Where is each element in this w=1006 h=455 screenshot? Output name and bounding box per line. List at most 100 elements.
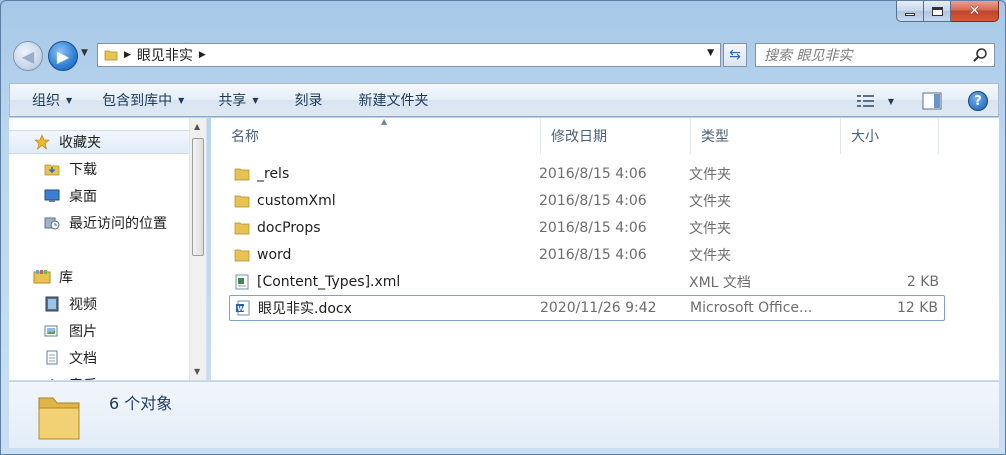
nav-item-recent-places[interactable]: 最近访问的位置 [9,211,189,235]
music-icon: ♪ [43,376,61,380]
close-icon: ✕ [968,3,981,19]
column-type-header[interactable]: 类型 [691,118,841,154]
word-doc-icon: W [234,299,252,317]
scroll-up-icon[interactable]: ▲ [194,122,200,131]
file-row[interactable]: _rels 2016/8/15 4:06 文件夹 [229,161,945,187]
file-date: 2016/8/15 4:06 [539,247,647,263]
file-name: word [257,247,292,263]
item-count-status: 6 个对象 [109,394,173,413]
column-name-label: 名称 [231,129,259,145]
nav-item-downloads[interactable]: 下载 [9,157,189,181]
share-menu[interactable]: 共享 ▼ [218,83,258,117]
chevron-down-icon: ▼ [66,95,73,105]
preview-pane-button[interactable] [922,84,942,118]
include-in-library-menu[interactable]: 包含到库中 ▼ [102,83,184,117]
help-icon: ? [968,91,988,111]
file-row[interactable]: word 2016/8/15 4:06 文件夹 [229,242,945,268]
organize-menu[interactable]: 组织 ▼ [32,83,72,117]
navigation-bar: ◀ ▶ ▼ ▶ 眼见非实 ▶ ▼ ⇆ 搜索 眼见非实 [1,39,1006,73]
refresh-icon: ⇆ [729,47,741,63]
share-label: 共享 [218,93,247,109]
file-name: [Content_Types].xml [257,274,401,290]
folder-icon [233,219,251,237]
nav-item-label: 视频 [69,297,97,313]
chevron-down-icon: ▼ [887,96,894,106]
close-button[interactable]: ✕ [951,1,999,22]
view-details-icon [856,95,874,107]
file-size: 12 KB [896,300,938,316]
maximize-button[interactable] [924,1,951,22]
column-type-label: 类型 [701,129,729,145]
file-row[interactable]: docProps 2016/8/15 4:06 文件夹 [229,215,945,241]
nav-favorites[interactable]: 收藏夹 [9,130,189,154]
file-date: 2020/11/26 9:42 [540,300,657,316]
column-date-header[interactable]: 修改日期 [541,118,691,154]
folder-icon [104,50,118,61]
file-name: 眼见非实.docx [258,301,352,317]
file-list-pane: ▲ 名称 修改日期 类型 大小 _rels 2016/8/15 4:06 文件夹 [211,117,999,380]
file-row[interactable]: customXml 2016/8/15 4:06 文件夹 [229,188,945,214]
nav-item-label: 音乐 [69,375,97,380]
navigation-scrollbar[interactable]: ▲ ▼ [189,118,206,380]
address-dropdown-icon[interactable]: ▼ [707,48,714,58]
back-button[interactable]: ◀ [13,41,43,71]
file-row[interactable]: [Content_Types].xml XML 文档 2 KB [229,269,945,295]
column-name-header[interactable]: ▲ 名称 [211,117,541,154]
breadcrumb-current[interactable]: 眼见非实 [137,45,193,65]
desktop-icon [43,187,61,205]
recent-pages-dropdown[interactable]: ▼ [81,48,88,58]
nav-item-label: 文档 [69,351,97,367]
download-folder-icon [43,160,61,178]
sort-ascending-icon: ▲ [381,117,388,126]
new-folder-label: 新建文件夹 [358,93,429,109]
column-header: ▲ 名称 修改日期 类型 大小 [211,117,999,154]
nav-item-videos[interactable]: 视频 [9,292,189,316]
address-bar[interactable]: ▶ 眼见非实 ▶ ▼ [97,43,721,67]
nav-item-desktop[interactable]: 桌面 [9,184,189,208]
videos-icon [43,295,61,313]
file-size: 2 KB [906,274,939,290]
file-type: Microsoft Office... [690,300,813,316]
file-row-selected[interactable]: W 眼见非实.docx 2020/11/26 9:42 Microsoft Of… [229,295,945,321]
change-view-button[interactable] [856,84,876,118]
folder-icon [233,165,251,183]
chevron-down-icon: ▼ [252,95,259,105]
minimize-button[interactable] [896,1,924,22]
file-type: 文件夹 [689,221,731,237]
explorer-window: ✕ ◀ ▶ ▼ ▶ 眼见非实 ▶ ▼ ⇆ 搜索 眼见非实 组织 ▼ 包含到库中 … [0,0,1006,455]
refresh-button[interactable]: ⇆ [723,43,747,67]
toolbar-right-group: ▼ ? [856,84,998,118]
search-input[interactable]: 搜索 眼见非实 [755,43,995,67]
nav-item-pictures[interactable]: 图片 [9,319,189,343]
preview-pane-icon [922,92,942,110]
folder-icon [233,246,251,264]
help-button[interactable]: ? [968,84,988,118]
scrollbar-thumb[interactable] [192,138,204,256]
breadcrumb-arrow-icon[interactable]: ▶ [199,50,206,60]
file-type: 文件夹 [689,248,731,264]
folder-icon [233,192,251,210]
command-toolbar: 组织 ▼ 包含到库中 ▼ 共享 ▼ 刻录 新建文件夹 ▼ ? [9,83,999,117]
maximize-icon [931,6,943,16]
file-type: XML 文档 [689,275,751,291]
file-date: 2016/8/15 4:06 [539,166,647,182]
nav-item-documents[interactable]: 文档 [9,346,189,370]
xml-file-icon [233,273,251,291]
view-options-dropdown[interactable]: ▼ [882,84,894,118]
nav-libraries[interactable]: 库 [9,265,189,289]
include-in-library-label: 包含到库中 [102,93,173,109]
breadcrumb-arrow-icon[interactable]: ▶ [124,50,131,60]
chevron-down-icon: ▼ [178,95,185,105]
star-icon [33,133,51,151]
new-folder-button[interactable]: 新建文件夹 [358,83,428,117]
nav-item-music[interactable]: ♪ 音乐 [9,373,189,380]
pictures-icon [43,322,61,340]
details-pane: 6 个对象 [9,381,999,448]
nav-libraries-label: 库 [59,270,73,286]
column-size-header[interactable]: 大小 [841,118,939,154]
organize-label: 组织 [32,93,60,109]
minimize-icon [905,13,915,16]
burn-button[interactable]: 刻录 [294,83,322,117]
scroll-down-icon[interactable]: ▼ [194,367,200,376]
forward-button[interactable]: ▶ [48,41,78,71]
